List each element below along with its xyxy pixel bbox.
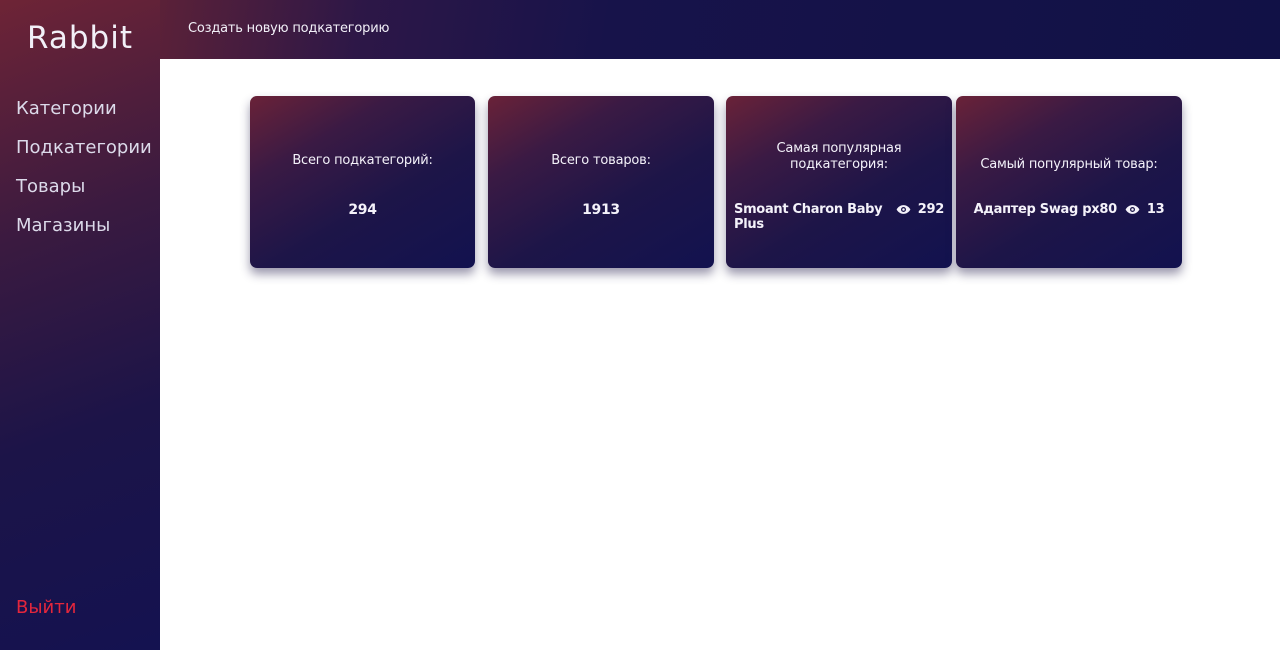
eye-icon	[1125, 205, 1140, 214]
stat-title-line: подкатегория:	[790, 157, 888, 172]
popular-subcategory-row: Smoant Charon Baby Plus 292	[726, 202, 952, 232]
sidebar-nav: Категории Подкатегории Товары Магазины	[16, 89, 152, 245]
stat-card-subcategories: Всего подкатегорий: 294	[250, 96, 475, 268]
eye-icon	[896, 205, 911, 214]
stat-card-popular-subcategory: Самая популярная подкатегория: Smoant Ch…	[726, 96, 952, 268]
views-count: 292	[896, 202, 944, 217]
name-line: Plus	[734, 217, 764, 232]
sidebar-item-products[interactable]: Товары	[16, 167, 152, 206]
sidebar-item-stores[interactable]: Магазины	[16, 206, 152, 245]
stat-value: 1913	[582, 202, 620, 218]
views-value: 292	[917, 202, 945, 217]
popular-subcategory-name[interactable]: Smoant Charon Baby Plus	[734, 202, 883, 232]
stat-title: Самый популярный товар:	[980, 157, 1158, 172]
top-bar: Создать новую подкатегорию	[160, 0, 1280, 59]
stat-value: 294	[348, 202, 377, 218]
popular-product-row: Адаптер Swag px80 13	[956, 202, 1182, 217]
name-line: Smoant Charon Baby	[734, 202, 883, 217]
sidebar-item-categories[interactable]: Категории	[16, 89, 152, 128]
views-count: 13	[1125, 202, 1165, 217]
sidebar-item-subcategories[interactable]: Подкатегории	[16, 128, 152, 167]
app-logo[interactable]: Rabbit	[0, 20, 160, 56]
create-subcategory-link[interactable]: Создать новую подкатегорию	[188, 21, 389, 36]
popular-product-name[interactable]: Адаптер Swag px80	[974, 202, 1117, 217]
stat-title-line: Самая популярная	[776, 141, 902, 156]
stat-title: Всего подкатегорий:	[292, 153, 433, 168]
stat-title: Всего товаров:	[551, 153, 651, 168]
sidebar: Rabbit Категории Подкатегории Товары Маг…	[0, 0, 160, 650]
views-value: 13	[1146, 202, 1165, 217]
stat-card-popular-product: Самый популярный товар: Адаптер Swag px8…	[956, 96, 1182, 268]
stat-card-products: Всего товаров: 1913	[488, 96, 714, 268]
logout-link[interactable]: Выйти	[16, 597, 76, 618]
stat-title: Самая популярная подкатегория:	[726, 141, 952, 173]
